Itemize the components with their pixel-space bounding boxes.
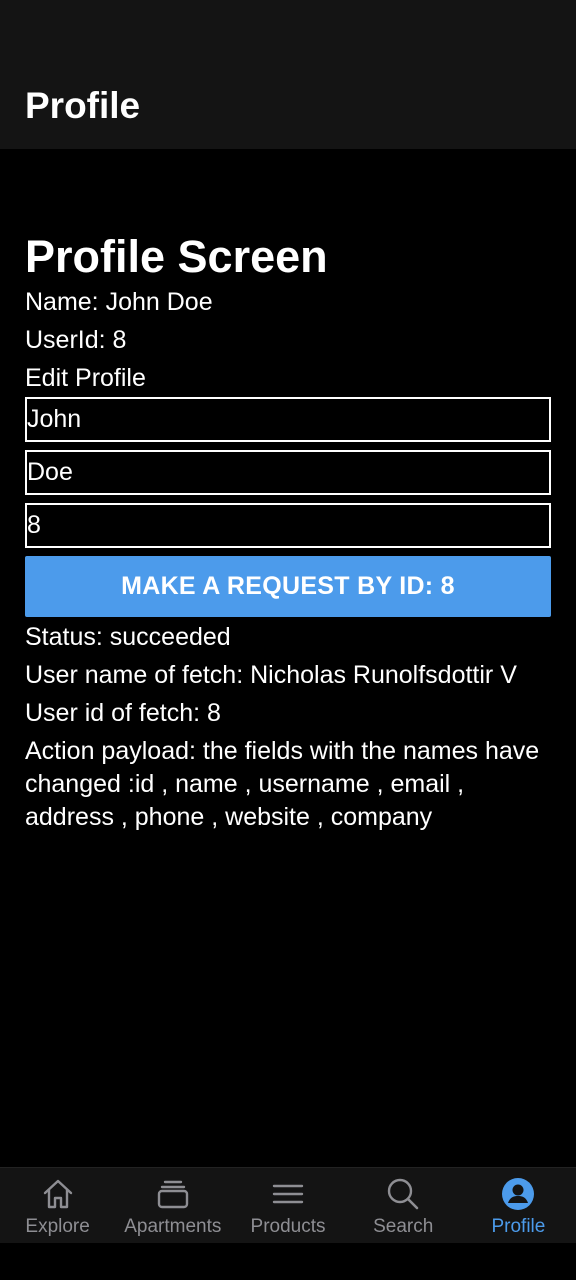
tab-label: Products	[250, 1216, 326, 1237]
app-root: Profile Profile Screen Name: John Doe Us…	[0, 0, 576, 1280]
profile-content: Profile Screen Name: John Doe UserId: 8 …	[25, 230, 551, 839]
user-id-field[interactable]	[25, 503, 551, 548]
tab-products[interactable]: Products	[230, 1168, 345, 1244]
tab-label: Explore	[25, 1216, 90, 1237]
status-text: Status: succeeded	[25, 623, 231, 651]
edit-profile-label: Edit Profile	[25, 364, 146, 392]
name-text: Name: John Doe	[25, 288, 213, 316]
stack-icon	[157, 1180, 188, 1209]
header-title: Profile	[25, 85, 141, 126]
request-by-id-button[interactable]: MAKE A REQUEST BY ID: 8	[25, 556, 551, 617]
header-bar: Profile	[0, 0, 576, 149]
first-name-field[interactable]	[25, 397, 551, 442]
bottom-tab-bar: Explore Apartments Products Search Profi…	[0, 1167, 576, 1244]
tab-search[interactable]: Search	[346, 1168, 461, 1244]
screen-title: Profile Screen	[25, 231, 328, 282]
tab-explore[interactable]: Explore	[0, 1168, 115, 1244]
system-nav-area	[0, 1243, 576, 1280]
userid-text: UserId: 8	[25, 326, 127, 354]
home-icon	[43, 1179, 72, 1209]
fetch-user-name-text: User name of fetch: Nicholas Runolfsdott…	[25, 661, 517, 689]
search-icon	[388, 1178, 419, 1210]
menu-icon	[272, 1184, 304, 1204]
person-circle-icon	[502, 1178, 535, 1210]
action-payload-text: Action payload: the fields with the name…	[25, 737, 540, 831]
tab-profile[interactable]: Profile	[461, 1168, 576, 1244]
fetch-user-id-text: User id of fetch: 8	[25, 699, 221, 727]
tab-label: Profile	[491, 1216, 546, 1237]
last-name-field[interactable]	[25, 450, 551, 495]
tab-label: Apartments	[124, 1216, 222, 1237]
tab-label: Search	[373, 1216, 434, 1237]
tab-apartments[interactable]: Apartments	[115, 1168, 230, 1244]
